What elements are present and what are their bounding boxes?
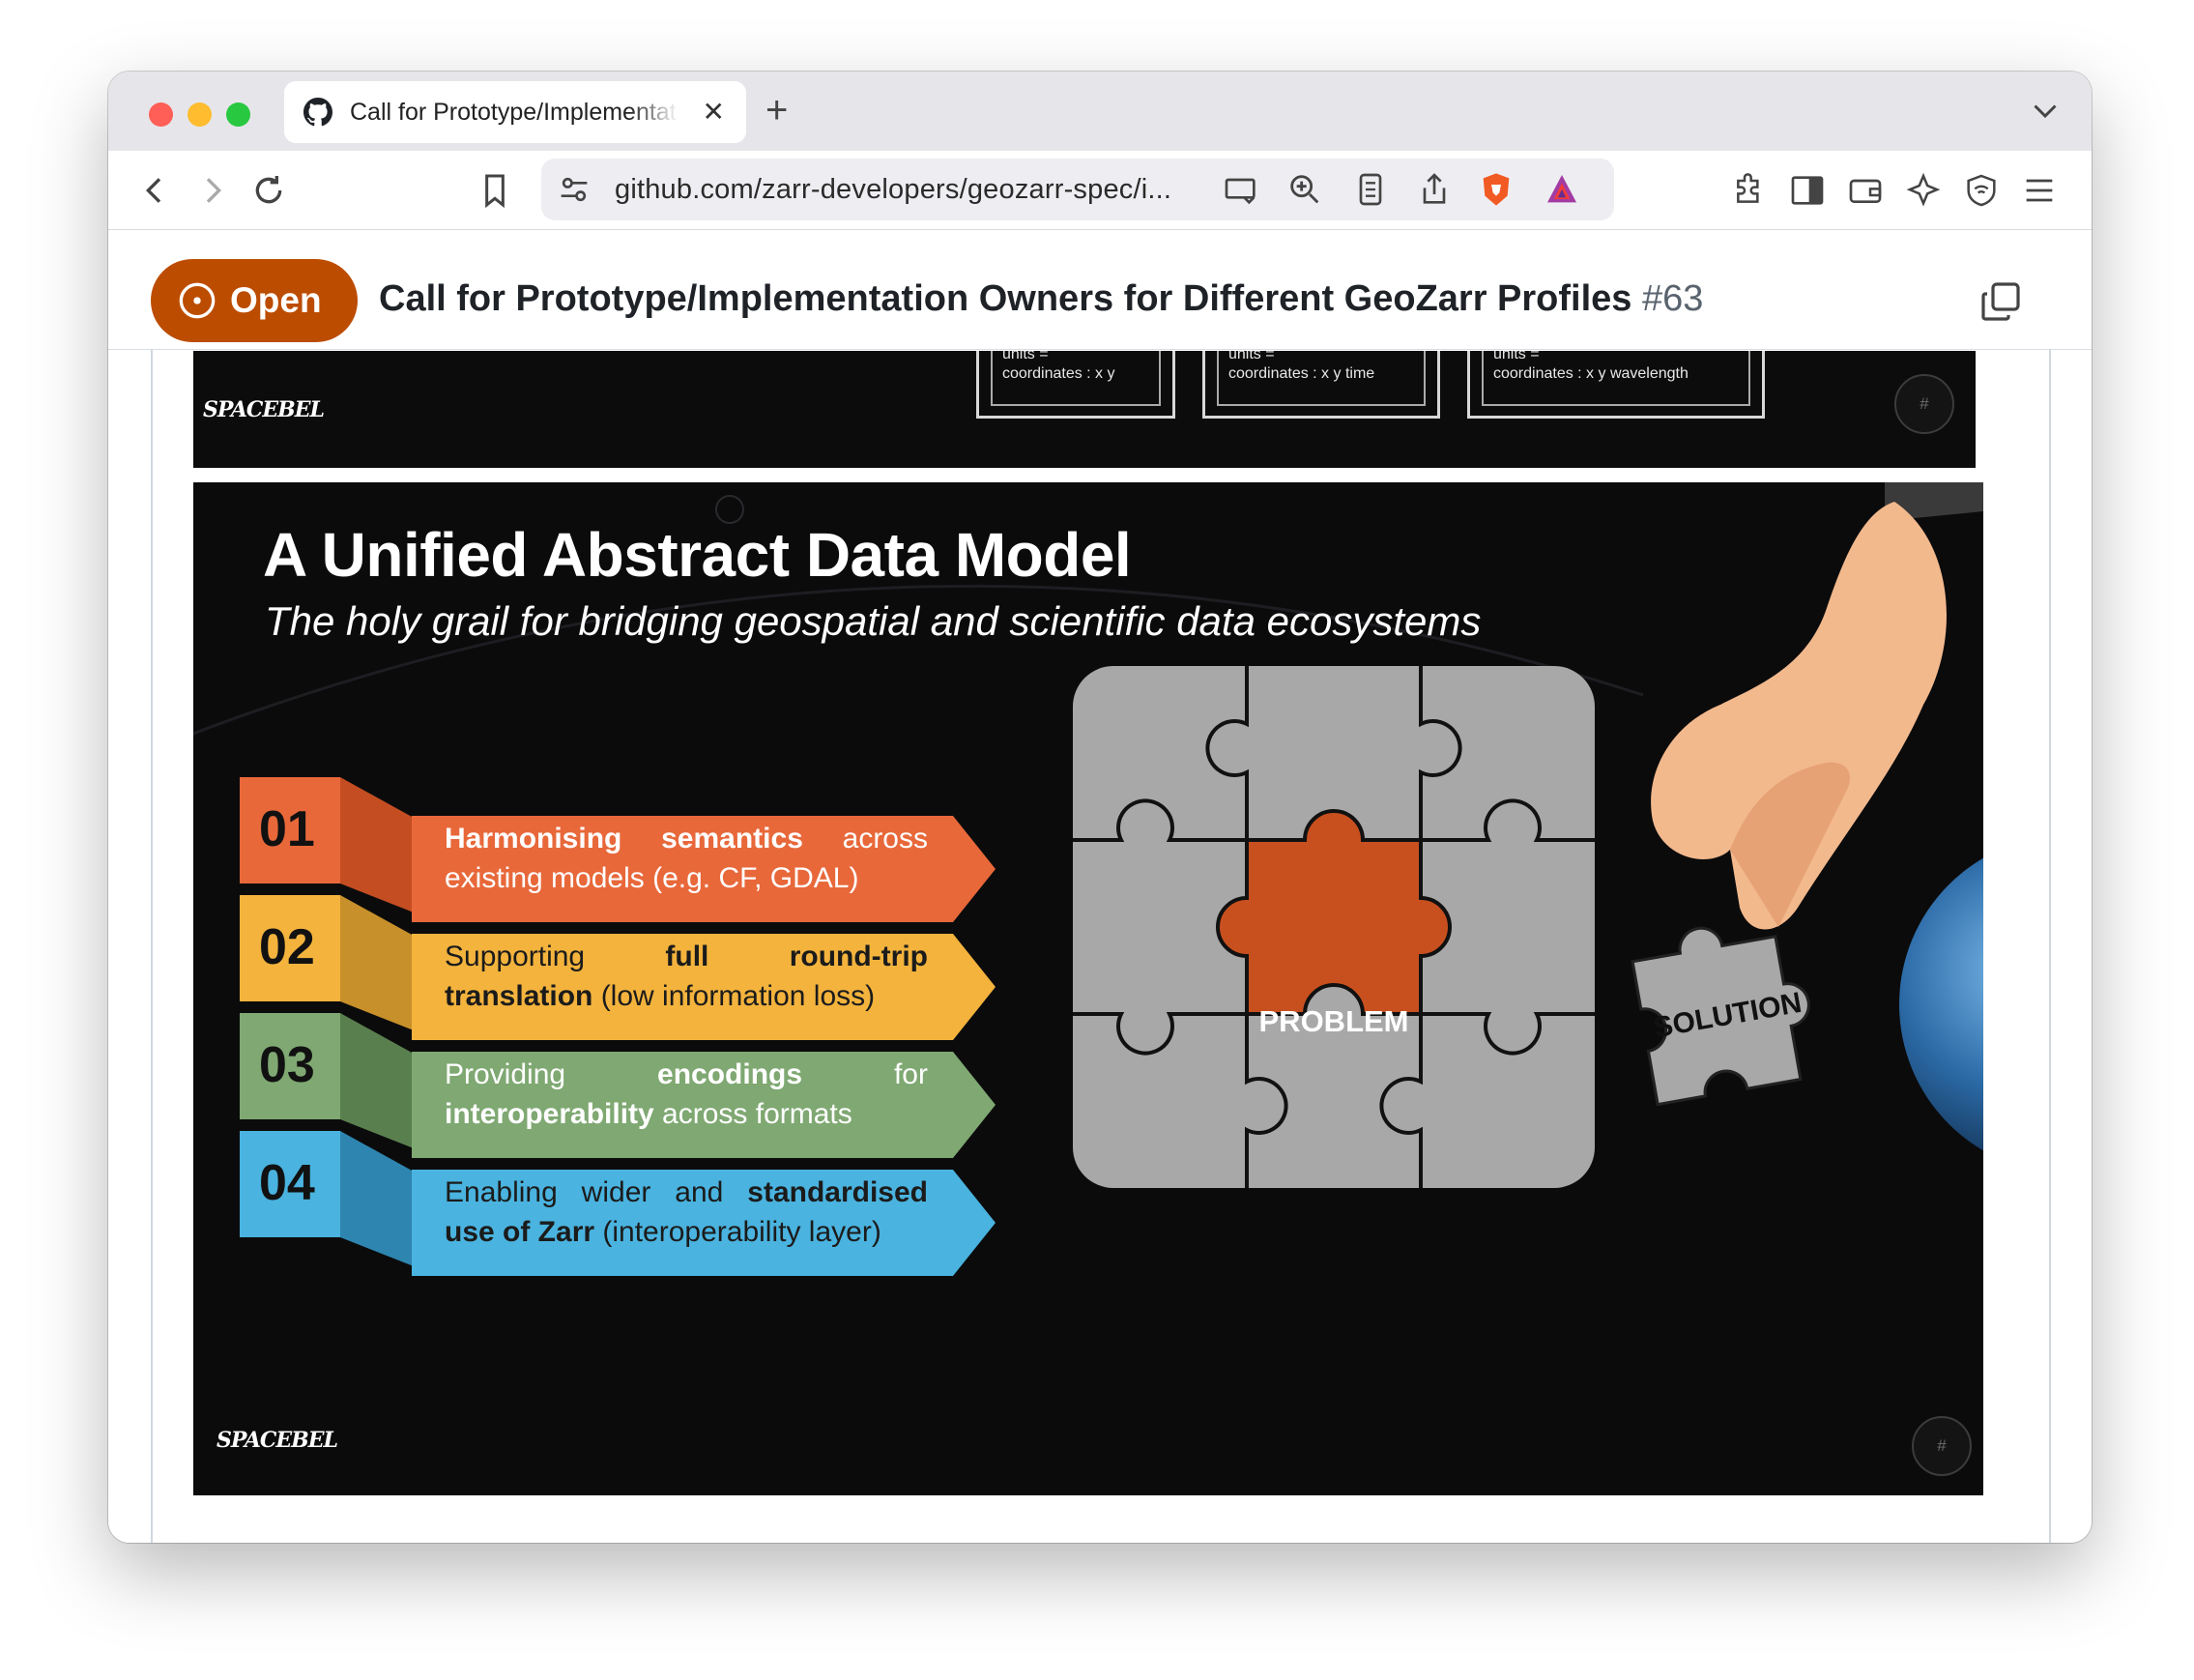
browser-window: Call for Prototype/Implementation Owners…	[108, 72, 2092, 1543]
tab-active[interactable]: Call for Prototype/Implementation Owners…	[284, 81, 746, 143]
back-icon[interactable]	[135, 171, 174, 210]
item-text: Providing encodings for interoperability…	[445, 1058, 928, 1130]
tab-bar: Call for Prototype/Implementation Owners…	[108, 72, 2092, 151]
address-bar[interactable]: github.com/zarr-developers/geozarr-spec/…	[541, 159, 1614, 220]
coord-units: units =	[1228, 351, 1275, 362]
forward-icon[interactable]	[193, 171, 232, 210]
item-number: 01	[240, 777, 340, 883]
item-text: Harmonising semantics across existing mo…	[445, 823, 928, 894]
ribbon-fold	[340, 1013, 414, 1148]
slide-page-number: #	[1894, 374, 1954, 434]
spacebel-logo: SPACEBEL	[203, 397, 325, 422]
leo-ai-icon[interactable]	[1904, 171, 1943, 210]
copy-icon[interactable]	[1977, 278, 2024, 325]
zoom-icon[interactable]	[1285, 170, 1324, 209]
item-number: 03	[240, 1013, 340, 1119]
url-text: github.com/zarr-developers/geozarr-spec/…	[615, 174, 1172, 205]
coord-units: units =	[1493, 351, 1540, 362]
reload-icon[interactable]	[249, 171, 288, 210]
slide-page-number: #	[1912, 1416, 1972, 1476]
ribbon-fold	[340, 1131, 414, 1266]
spacebel-logo: SPACEBEL	[217, 1428, 338, 1453]
coord-text: coordinates : x y time	[1228, 365, 1375, 382]
zoom-window-button[interactable]	[226, 102, 250, 127]
tab-close-button[interactable]: ✕	[703, 97, 725, 128]
slide-title: A Unified Abstract Data Model	[263, 520, 1132, 590]
puzzle-problem-label: PROBLEM	[1258, 1004, 1409, 1038]
browser-toolbar: github.com/zarr-developers/geozarr-spec/…	[108, 151, 2092, 230]
reader-icon[interactable]	[1351, 170, 1390, 209]
minimize-window-button[interactable]	[188, 102, 212, 127]
close-window-button[interactable]	[149, 102, 173, 127]
cast-icon[interactable]	[1222, 170, 1260, 209]
coord-text: coordinates : x y	[1002, 365, 1115, 382]
jigsaw-puzzle	[1073, 666, 1595, 1188]
item-text: Enabling wider and standardised use of Z…	[445, 1176, 928, 1248]
coordinate-box: units = coordinates : x y wavelength	[1467, 351, 1765, 419]
github-icon	[303, 98, 332, 127]
item-number: 04	[240, 1131, 340, 1237]
slide-subtitle: The holy grail for bridging geospatial a…	[265, 598, 1482, 644]
coord-text: coordinates : x y wavelength	[1493, 365, 1689, 382]
brave-shields-icon[interactable]	[1477, 170, 1516, 209]
ribbon-fold	[340, 895, 414, 1030]
brave-rewards-icon[interactable]	[1543, 170, 1581, 209]
slide-image-previous: units = coordinates : x y units = coordi…	[193, 351, 1976, 468]
vpn-icon[interactable]	[1962, 171, 2001, 210]
issue-body: units = coordinates : x y units = coordi…	[108, 349, 2092, 1543]
issue-number: #63	[1642, 278, 1704, 319]
issue-header: Open Call for Prototype/Implementation O…	[108, 230, 2092, 350]
issue-opened-icon	[179, 282, 216, 319]
new-tab-button[interactable]: +	[765, 89, 788, 131]
wallet-icon[interactable]	[1846, 171, 1885, 210]
share-icon[interactable]	[1415, 170, 1454, 209]
extensions-icon[interactable]	[1730, 171, 1769, 210]
item-number: 02	[240, 895, 340, 1001]
tab-title: Call for Prototype/Implementation Owners…	[350, 98, 678, 126]
bookmark-icon[interactable]	[476, 171, 514, 210]
sidebar-icon[interactable]	[1788, 171, 1827, 210]
coordinate-box: units = coordinates : x y	[976, 351, 1175, 419]
issue-title: Call for Prototype/Implementation Owners…	[379, 278, 1703, 320]
item-text: Supporting full round-trip translation (…	[445, 941, 928, 1012]
coordinate-box: units = coordinates : x y time	[1202, 351, 1440, 419]
coord-units: units =	[1002, 351, 1049, 362]
issue-state-badge: Open	[151, 259, 358, 342]
ribbon-fold	[340, 777, 414, 912]
issue-state-label: Open	[230, 280, 322, 320]
chevron-down-icon[interactable]	[2028, 93, 2063, 128]
menu-icon[interactable]	[2020, 171, 2059, 210]
issue-title-text: Call for Prototype/Implementation Owners…	[379, 278, 1632, 319]
site-settings-icon[interactable]	[555, 170, 593, 209]
slide-image-unified-model: A Unified Abstract Data Model The holy g…	[193, 482, 1983, 1495]
